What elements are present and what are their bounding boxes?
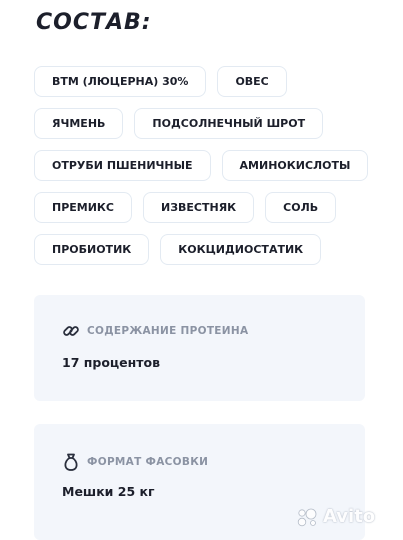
ingredient-chip-limestone: ИЗВЕСТНЯК	[143, 192, 255, 223]
sack-icon	[62, 452, 80, 472]
packaging-card-header: ФОРМАТ ФАСОВКИ	[62, 452, 208, 472]
ingredients-row: ПРОБИОТИК КОКЦИДИОСТАТИК	[34, 234, 374, 265]
packaging-card-label: ФОРМАТ ФАСОВКИ	[87, 456, 209, 468]
ingredients-row: ПРЕМИКС ИЗВЕСТНЯК СОЛЬ	[34, 192, 374, 223]
avito-watermark: Avito	[296, 506, 375, 527]
ingredient-chip-amino-acids: АМИНОКИСЛОТЫ	[221, 150, 369, 181]
ingredients-row: ОТРУБИ ПШЕНИЧНЫЕ АМИНОКИСЛОТЫ	[34, 150, 374, 181]
link-icon	[62, 322, 80, 340]
section-title: СОСТАВ:	[36, 10, 152, 35]
avito-watermark-text: Avito	[323, 506, 376, 527]
protein-card-value: 17 процентов	[62, 355, 161, 370]
ingredient-chip-sunflower-meal: ПОДСОЛНЕЧНЫЙ ШРОТ	[134, 108, 324, 139]
ingredient-chip-vtm: ВТМ (ЛЮЦЕРНА) 30%	[34, 66, 207, 97]
ingredient-chip-salt: СОЛЬ	[265, 192, 337, 223]
ingredients-row: ЯЧМЕНЬ ПОДСОЛНЕЧНЫЙ ШРОТ	[34, 108, 374, 139]
ingredient-chip-premix: ПРЕМИКС	[34, 192, 132, 223]
protein-card: СОДЕРЖАНИЕ ПРОТЕИНА 17 процентов	[34, 295, 365, 401]
protein-card-header: СОДЕРЖАНИЕ ПРОТЕИНА	[62, 322, 248, 340]
ingredients-row: ВТМ (ЛЮЦЕРНА) 30% ОВЕС	[34, 66, 374, 97]
ingredients-list: ВТМ (ЛЮЦЕРНА) 30% ОВЕС ЯЧМЕНЬ ПОДСОЛНЕЧН…	[34, 66, 374, 276]
packaging-card-value: Мешки 25 кг	[62, 484, 155, 499]
ingredient-chip-probiotic: ПРОБИОТИК	[34, 234, 150, 265]
ingredient-chip-barley: ЯЧМЕНЬ	[34, 108, 124, 139]
ingredient-chip-coccidiostat: КОКЦИДИОСТАТИК	[160, 234, 322, 265]
protein-card-label: СОДЕРЖАНИЕ ПРОТЕИНА	[87, 325, 249, 337]
ingredient-chip-oats: ОВЕС	[217, 66, 287, 97]
avito-dots-icon	[296, 507, 320, 527]
ingredient-chip-wheat-bran: ОТРУБИ ПШЕНИЧНЫЕ	[34, 150, 211, 181]
